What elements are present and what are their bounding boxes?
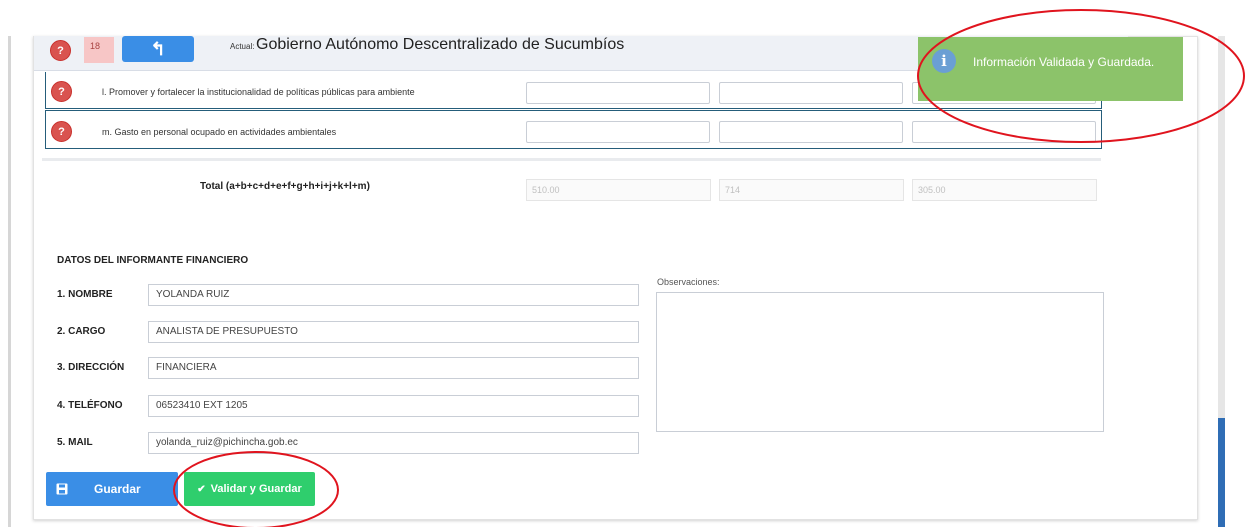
toast-message: Información Validada y Guardada. bbox=[973, 55, 1155, 69]
total-value: 510.00 bbox=[526, 179, 711, 201]
observations-label: Observaciones: bbox=[657, 277, 720, 287]
section-title: DATOS DEL INFORMANTE FINANCIERO bbox=[57, 255, 249, 266]
help-icon[interactable]: ? bbox=[50, 40, 71, 61]
amount-input[interactable] bbox=[526, 121, 710, 143]
save-label: Guardar bbox=[94, 482, 141, 496]
check-icon: ✔ bbox=[197, 483, 206, 495]
amount-input[interactable] bbox=[526, 82, 710, 104]
left-edge bbox=[8, 36, 11, 527]
row-label: m. Gasto en personal ocupado en activida… bbox=[102, 127, 337, 137]
floppy-icon bbox=[56, 483, 68, 495]
help-glyph: ? bbox=[58, 85, 65, 98]
validate-save-button[interactable]: ✔ Validar y Guardar bbox=[184, 472, 315, 506]
mail-field[interactable]: yolanda_ruiz@pichincha.gob.ec bbox=[148, 432, 639, 454]
help-glyph: ? bbox=[57, 44, 64, 57]
field-label-telefono: 4. TELÉFONO bbox=[57, 400, 123, 411]
cargo-field[interactable]: ANALISTA DE PRESUPUESTO bbox=[148, 321, 639, 343]
field-label-mail: 5. MAIL bbox=[57, 437, 93, 448]
amount-input[interactable] bbox=[912, 121, 1096, 143]
success-toast[interactable]: i Información Validada y Guardada. bbox=[918, 37, 1183, 101]
total-label: Total (a+b+c+d+e+f+g+h+i+j+k+l+m) bbox=[200, 181, 370, 192]
entity-name: Gobierno Autónomo Descentralizado de Suc… bbox=[256, 36, 625, 53]
amount-input[interactable] bbox=[719, 82, 903, 104]
back-button[interactable]: ↰ bbox=[122, 36, 194, 62]
row-label: l. Promover y fortalecer la instituciona… bbox=[102, 87, 415, 97]
total-value: 305.00 bbox=[912, 179, 1097, 201]
amount-input[interactable] bbox=[719, 121, 903, 143]
field-label-direccion: 3. DIRECCIÓN bbox=[57, 362, 125, 373]
field-label-cargo: 2. CARGO bbox=[57, 326, 106, 337]
info-icon: i bbox=[932, 49, 956, 73]
total-value: 714 bbox=[719, 179, 904, 201]
direccion-field[interactable]: FINANCIERA bbox=[148, 357, 639, 379]
scrollbar-thumb[interactable] bbox=[1218, 418, 1225, 527]
save-button[interactable]: Guardar bbox=[46, 472, 178, 506]
help-glyph: ? bbox=[58, 125, 65, 138]
help-icon[interactable]: ? bbox=[51, 81, 72, 102]
observations-textarea[interactable] bbox=[656, 292, 1104, 432]
row-number: 18 bbox=[84, 37, 114, 63]
help-icon[interactable]: ? bbox=[51, 121, 72, 142]
return-arrow-icon: ↰ bbox=[150, 38, 166, 59]
field-label-nombre: 1. NOMBRE bbox=[57, 289, 113, 300]
divider bbox=[42, 158, 1101, 161]
nombre-field[interactable]: YOLANDA RUIZ bbox=[148, 284, 639, 306]
actual-label: Actual: bbox=[230, 42, 255, 51]
telefono-field[interactable]: 06523410 EXT 1205 bbox=[148, 395, 639, 417]
validate-label: Validar y Guardar bbox=[210, 483, 302, 495]
